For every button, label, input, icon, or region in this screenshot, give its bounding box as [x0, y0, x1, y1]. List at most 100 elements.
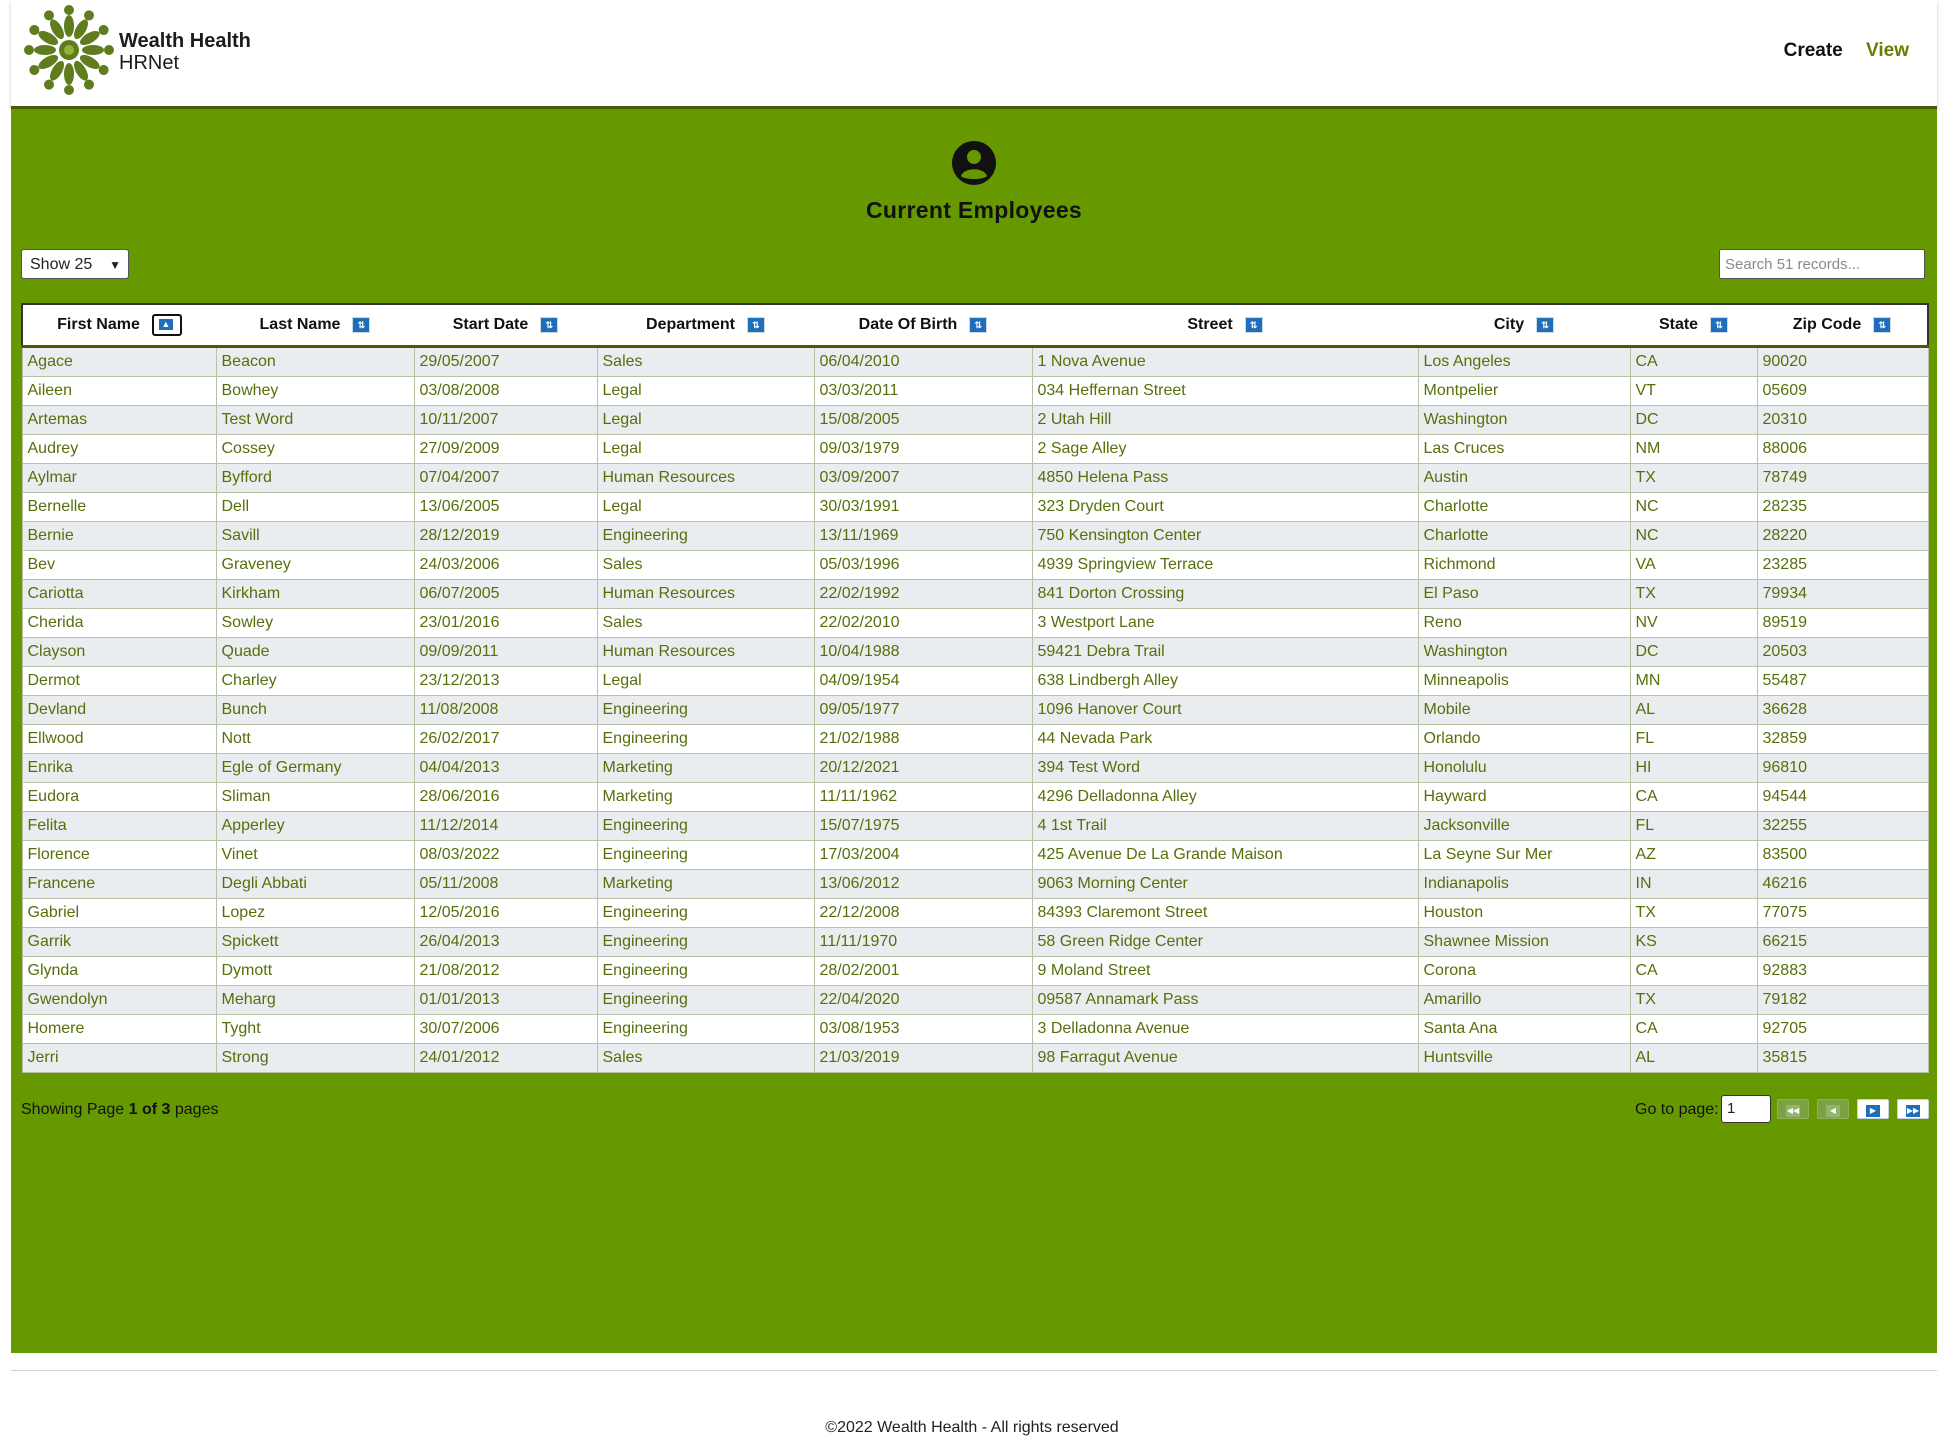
- table-cell: 36628: [1756, 695, 1929, 725]
- last-page-button[interactable]: ▶▶: [1897, 1099, 1929, 1119]
- table-cell: Engineering: [596, 956, 815, 986]
- column-header[interactable]: Street ⇅: [1032, 303, 1418, 348]
- table-cell: Garrik: [21, 927, 217, 957]
- table-cell: Indianapolis: [1417, 869, 1631, 899]
- table-cell: Engineering: [596, 927, 815, 957]
- nav-create-link[interactable]: Create: [1784, 40, 1843, 61]
- prev-page-button[interactable]: ◀: [1817, 1099, 1849, 1119]
- table-cell: 034 Heffernan Street: [1031, 376, 1419, 406]
- brand-sub: HRNet: [119, 52, 180, 74]
- table-cell: 78749: [1756, 463, 1929, 493]
- table-cell: Engineering: [596, 724, 815, 754]
- first-page-button[interactable]: ◀◀: [1777, 1099, 1809, 1119]
- table-cell: Agace: [21, 346, 217, 377]
- table-cell: Felita: [21, 811, 217, 841]
- table-cell: Legal: [596, 405, 815, 435]
- table-row: Clayson Quade 09/09/2011 Human Resources 10/…: [21, 637, 1929, 667]
- table-cell: 26/02/2017: [413, 724, 598, 754]
- sort-icon[interactable]: ⇅: [540, 316, 559, 333]
- table-cell: Minneapolis: [1417, 666, 1631, 696]
- goto-page-input[interactable]: 1: [1721, 1095, 1771, 1123]
- table-cell: 44 Nevada Park: [1031, 724, 1419, 754]
- column-header[interactable]: First Name ▲: [21, 303, 216, 348]
- table-row: Florence Vinet 08/03/2022 Engineering 17/03/…: [21, 840, 1929, 870]
- column-header[interactable]: Zip Code ⇅: [1757, 303, 1929, 348]
- search-input[interactable]: [1719, 249, 1925, 279]
- table-cell: 05/03/1996: [813, 550, 1033, 580]
- show-entries-select[interactable]: Show 25 ▼: [21, 249, 129, 279]
- sort-icon[interactable]: ⇅: [352, 316, 371, 333]
- brand-name: Wealth Health: [119, 30, 251, 52]
- table-cell: HI: [1629, 753, 1758, 783]
- show-entries-value: Show 25: [30, 256, 93, 273]
- brand-text: Wealth Health HRNet: [119, 30, 251, 74]
- sort-icon[interactable]: ⇅: [1536, 316, 1555, 333]
- table-cell: 20/12/2021: [813, 753, 1033, 783]
- table-cell: Legal: [596, 376, 815, 406]
- table-cell: 28/02/2001: [813, 956, 1033, 986]
- table-cell: 23/01/2016: [413, 608, 598, 638]
- column-header[interactable]: Department ⇅: [597, 303, 814, 348]
- table-cell: Sowley: [215, 608, 415, 638]
- table-cell: 83500: [1756, 840, 1929, 870]
- table-cell: Strong: [215, 1043, 415, 1073]
- table-cell: Washington: [1417, 637, 1631, 667]
- table-cell: Engineering: [596, 985, 815, 1015]
- prev-page-icon: ◀: [1826, 1105, 1840, 1117]
- column-header[interactable]: State ⇅: [1630, 303, 1757, 348]
- table-cell: 12/05/2016: [413, 898, 598, 928]
- table-row: Aylmar Byfford 07/04/2007 Human Resources 03…: [21, 463, 1929, 493]
- sort-icon[interactable]: ⇅: [746, 316, 765, 333]
- table-cell: Human Resources: [596, 463, 815, 493]
- table-cell: Clayson: [21, 637, 217, 667]
- table-cell: Aylmar: [21, 463, 217, 493]
- table-cell: 46216: [1756, 869, 1929, 899]
- table-cell: VA: [1629, 550, 1758, 580]
- sort-icon[interactable]: ⇅: [1873, 316, 1892, 333]
- table-cell: 32859: [1756, 724, 1929, 754]
- table-cell: Reno: [1417, 608, 1631, 638]
- table-cell: Engineering: [596, 695, 815, 725]
- table-cell: Ellwood: [21, 724, 217, 754]
- column-header-label: Zip Code: [1792, 316, 1862, 333]
- sort-icon[interactable]: ⇅: [1710, 316, 1729, 333]
- sort-ascending-icon[interactable]: ▲: [151, 314, 182, 336]
- table-cell: DC: [1629, 405, 1758, 435]
- table-cell: AZ: [1629, 840, 1758, 870]
- table-cell: Egle of Germany: [215, 753, 415, 783]
- sort-icon[interactable]: ⇅: [969, 316, 988, 333]
- table-cell: 1 Nova Avenue: [1031, 346, 1419, 377]
- table-cell: 22/02/2010: [813, 608, 1033, 638]
- table-cell: Legal: [596, 434, 815, 464]
- table-cell: TX: [1629, 463, 1758, 493]
- table-cell: 07/04/2007: [413, 463, 598, 493]
- table-cell: Eudora: [21, 782, 217, 812]
- table-cell: Byfford: [215, 463, 415, 493]
- sort-icon[interactable]: ⇅: [1244, 316, 1263, 333]
- column-header-label: First Name: [57, 316, 140, 334]
- table-cell: 09/05/1977: [813, 695, 1033, 725]
- table-cell: Amarillo: [1417, 985, 1631, 1015]
- table-row: Audrey Cossey 27/09/2009 Legal 09/03/1979 2 S…: [21, 434, 1929, 464]
- table-row: Bernie Savill 28/12/2019 Engineering 13/11/1…: [21, 521, 1929, 551]
- column-header[interactable]: Date Of Birth ⇅: [814, 303, 1032, 348]
- table-row: Cherida Sowley 23/01/2016 Sales 22/02/2010 3 …: [21, 608, 1929, 638]
- table-cell: 04/04/2013: [413, 753, 598, 783]
- table-cell: 58 Green Ridge Center: [1031, 927, 1419, 957]
- table-cell: 77075: [1756, 898, 1929, 928]
- main-content: Current Employees Show 25 ▼ First Name ▲ L…: [11, 109, 1937, 1353]
- column-header[interactable]: Start Date ⇅: [414, 303, 597, 348]
- column-header[interactable]: City ⇅: [1418, 303, 1630, 348]
- nav-view-link[interactable]: View: [1866, 40, 1909, 61]
- column-header[interactable]: Last Name ⇅: [216, 303, 414, 348]
- wealth-health-logo[interactable]: [23, 4, 115, 96]
- table-cell: Bunch: [215, 695, 415, 725]
- table-cell: Test Word: [215, 405, 415, 435]
- table-cell: 3 Delladonna Avenue: [1031, 1014, 1419, 1044]
- table-cell: 4850 Helena Pass: [1031, 463, 1419, 493]
- table-cell: Cherida: [21, 608, 217, 638]
- table-cell: Santa Ana: [1417, 1014, 1631, 1044]
- table-cell: Spickett: [215, 927, 415, 957]
- next-page-button[interactable]: ▶: [1857, 1099, 1889, 1119]
- table-cell: 24/03/2006: [413, 550, 598, 580]
